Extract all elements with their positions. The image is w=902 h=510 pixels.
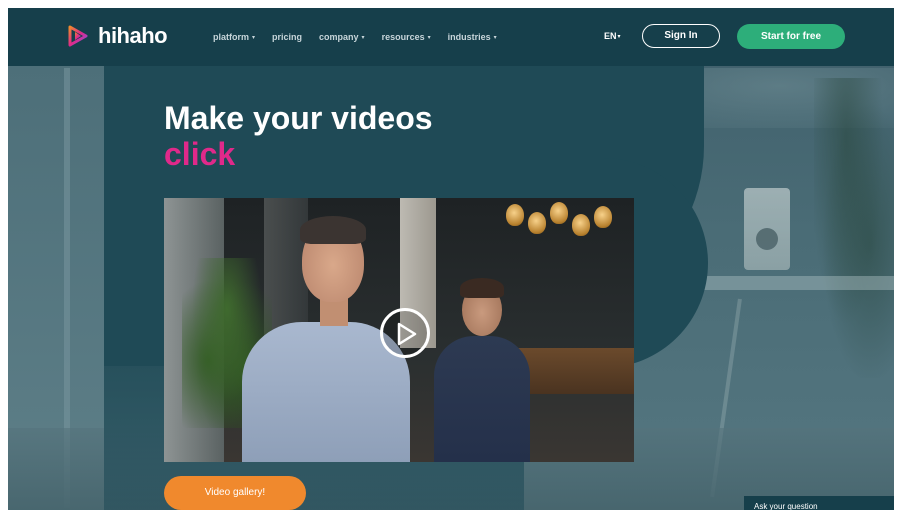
hero-video[interactable] [164,198,634,462]
background-speaker [744,188,790,270]
hero-headline: Make your videos click [164,100,433,172]
logo-play-icon [68,25,88,47]
play-icon [397,322,417,346]
menu-item-platform[interactable]: platform ▾ [213,32,255,42]
main-menu: platform ▾ pricing company ▾ resources ▾… [213,32,497,42]
video-scene-lamp [528,212,546,234]
menu-item-industries[interactable]: industries ▾ [448,32,497,42]
background-plant [814,78,894,378]
page-frame: hihaho platform ▾ pricing company ▾ reso… [8,8,894,510]
chevron-down-icon: ▾ [252,34,256,41]
video-person-seated [434,336,530,462]
menu-item-label: platform [213,32,249,42]
sign-in-button[interactable]: Sign In [642,24,720,48]
chat-widget-label: Ask your question [754,502,818,510]
menu-item-label: resources [381,32,425,42]
chat-widget[interactable]: Ask your question [744,496,894,510]
video-scene-lamp [550,202,568,224]
hero-headline-line1: Make your videos [164,100,433,136]
video-scene-lamp [594,206,612,228]
chevron-down-icon: ▾ [493,34,497,41]
menu-item-company[interactable]: company ▾ [319,32,365,42]
video-person-seated-hair [460,278,504,298]
language-label: EN [604,31,617,41]
chevron-down-icon: ▾ [427,34,431,41]
menu-item-label: industries [447,32,491,42]
start-for-free-button[interactable]: Start for free [737,24,845,49]
chevron-down-icon: ▾ [361,34,365,41]
menu-item-label: company [319,32,359,42]
play-button[interactable] [380,308,430,358]
language-selector[interactable]: EN ▾ [604,31,621,41]
brand-logo[interactable]: hihaho [66,23,168,49]
chevron-down-icon: ▾ [617,33,621,40]
video-scene-lamp [572,214,590,236]
menu-item-resources[interactable]: resources ▾ [382,32,431,42]
video-person-presenter-hair [300,216,366,244]
video-scene-lamp [506,204,524,226]
background-shelf [698,276,894,290]
menu-item-label: pricing [272,32,303,42]
hero-headline-accent: click [164,136,236,172]
brand-name: hihaho [98,23,168,48]
video-gallery-button[interactable]: Video gallery! [164,476,306,510]
top-nav: hihaho platform ▾ pricing company ▾ reso… [8,8,894,66]
menu-item-pricing[interactable]: pricing [272,32,302,42]
